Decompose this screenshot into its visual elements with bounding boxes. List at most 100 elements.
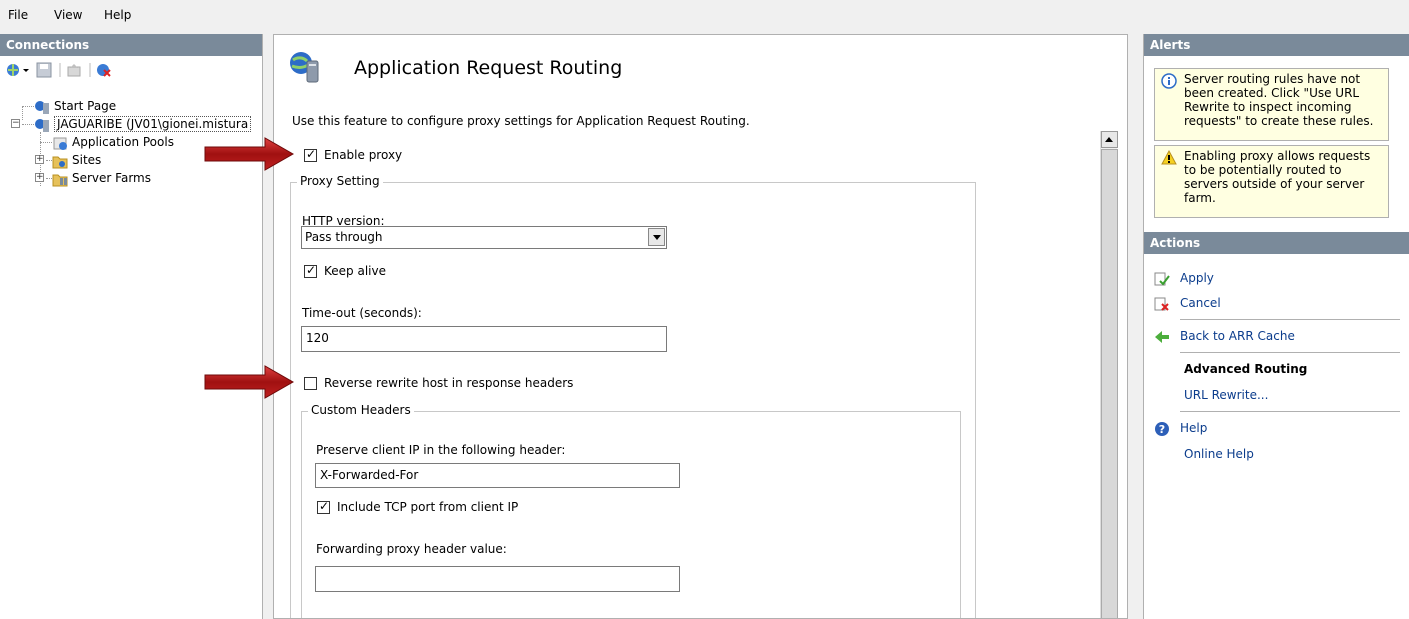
connections-toolbar bbox=[0, 56, 262, 84]
page-description: Use this feature to configure proxy sett… bbox=[292, 114, 750, 128]
keep-alive-label: Keep alive bbox=[324, 264, 386, 278]
actions-separator bbox=[1180, 411, 1400, 412]
http-version-select[interactable]: Pass through bbox=[301, 226, 667, 249]
back-arrow-icon bbox=[1155, 330, 1169, 343]
help-link[interactable]: Help bbox=[1180, 421, 1207, 435]
custom-headers-title: Custom Headers bbox=[308, 403, 414, 417]
preserve-ip-value: X-Forwarded-For bbox=[320, 468, 419, 482]
sites-folder-icon bbox=[52, 156, 68, 168]
enable-proxy-box[interactable] bbox=[304, 147, 317, 162]
enable-proxy-checkbox[interactable]: Enable proxy bbox=[304, 147, 403, 164]
custom-headers-group: Custom Headers Preserve client IP in the… bbox=[301, 403, 961, 618]
tree-label-start-page: Start Page bbox=[54, 99, 117, 113]
expander-server[interactable]: − bbox=[11, 119, 20, 128]
app-pools-icon bbox=[53, 137, 67, 150]
timeout-value: 120 bbox=[306, 331, 329, 345]
action-apply[interactable]: Apply bbox=[1154, 269, 1214, 287]
timeout-label: Time-out (seconds): bbox=[302, 306, 422, 320]
keep-alive-box[interactable] bbox=[304, 263, 317, 278]
scroll-up-button[interactable] bbox=[1101, 131, 1118, 148]
warning-icon bbox=[1161, 150, 1177, 165]
tree-item-start-page[interactable]: Start Page bbox=[34, 97, 116, 115]
alert-enabling-proxy: Enabling proxy allows requests to be pot… bbox=[1154, 145, 1389, 218]
splitter-left[interactable] bbox=[263, 34, 273, 619]
action-cancel[interactable]: Cancel bbox=[1154, 294, 1221, 312]
reverse-rewrite-label: Reverse rewrite host in response headers bbox=[324, 376, 574, 390]
tree-label-server-farms: Server Farms bbox=[72, 171, 151, 185]
server-icon bbox=[35, 118, 49, 132]
reverse-rewrite-checkbox[interactable]: Reverse rewrite host in response headers bbox=[304, 376, 573, 392]
advanced-routing-heading: Advanced Routing bbox=[1184, 362, 1308, 376]
connections-pane: Connections Start Page − JAGUARIBE (JV01… bbox=[0, 34, 263, 619]
tree-item-server[interactable]: JAGUARIBE (JV01\gionei.mistura bbox=[34, 115, 252, 133]
include-tcp-box[interactable] bbox=[317, 499, 330, 514]
tree-item-server-farms[interactable]: Server Farms bbox=[52, 169, 151, 187]
alert-text: Enabling proxy allows requests to be pot… bbox=[1184, 149, 1371, 205]
include-tcp-label: Include TCP port from client IP bbox=[337, 500, 519, 514]
keep-alive-checkbox[interactable]: Keep alive bbox=[304, 263, 386, 280]
menu-view[interactable]: View bbox=[54, 8, 82, 22]
server-farms-icon bbox=[52, 174, 68, 186]
tree-label-server: JAGUARIBE (JV01\gionei.mistura bbox=[54, 116, 252, 132]
expander-sites[interactable]: + bbox=[35, 155, 44, 164]
annotation-arrow-icon bbox=[204, 137, 294, 171]
up-level-icon[interactable] bbox=[66, 62, 82, 78]
reverse-rewrite-box[interactable] bbox=[304, 377, 317, 390]
disconnect-icon[interactable] bbox=[96, 62, 112, 78]
alert-text: Server routing rules have not been creat… bbox=[1184, 72, 1374, 128]
forwarding-input[interactable] bbox=[315, 566, 680, 592]
page-title: Application Request Routing bbox=[354, 57, 623, 79]
connect-globe-icon[interactable] bbox=[6, 62, 22, 78]
preserve-ip-label: Preserve client IP in the following head… bbox=[316, 443, 566, 457]
alerts-header: Alerts bbox=[1144, 34, 1409, 56]
scroll-thumb[interactable] bbox=[1101, 149, 1118, 618]
actions-header: Actions bbox=[1144, 232, 1409, 254]
apply-icon bbox=[1154, 272, 1170, 286]
enable-proxy-label: Enable proxy bbox=[324, 148, 403, 162]
action-url-rewrite[interactable]: URL Rewrite... bbox=[1184, 386, 1268, 404]
back-link[interactable]: Back to ARR Cache bbox=[1180, 329, 1295, 343]
arr-feature-icon bbox=[290, 52, 319, 83]
apply-link[interactable]: Apply bbox=[1180, 271, 1214, 285]
start-page-icon bbox=[35, 100, 49, 114]
actions-separator bbox=[1180, 319, 1400, 320]
tree-item-app-pools[interactable]: Application Pools bbox=[52, 133, 174, 151]
tree-label-app-pools: Application Pools bbox=[72, 135, 174, 149]
action-help[interactable]: ? Help bbox=[1154, 419, 1207, 437]
alert-routing-rules: Server routing rules have not been creat… bbox=[1154, 68, 1389, 141]
chevron-down-icon[interactable] bbox=[648, 228, 665, 246]
action-online-help[interactable]: Online Help bbox=[1184, 445, 1254, 463]
annotation-arrow-icon bbox=[204, 365, 294, 399]
connections-header: Connections bbox=[0, 34, 262, 56]
menu-file[interactable]: File bbox=[8, 8, 28, 22]
online-help-link[interactable]: Online Help bbox=[1184, 447, 1254, 461]
toolbar-separator-icon bbox=[89, 63, 91, 77]
include-tcp-checkbox[interactable]: Include TCP port from client IP bbox=[317, 499, 519, 516]
info-icon bbox=[1161, 73, 1177, 89]
svg-text:?: ? bbox=[1159, 423, 1165, 436]
cancel-icon bbox=[1154, 297, 1169, 311]
tree-item-sites[interactable]: Sites bbox=[52, 151, 101, 169]
toolbar-separator-icon bbox=[59, 63, 61, 77]
action-back-to-arr-cache[interactable]: Back to ARR Cache bbox=[1154, 327, 1295, 345]
splitter-right[interactable] bbox=[1128, 34, 1143, 619]
menu-help[interactable]: Help bbox=[104, 8, 131, 22]
timeout-input[interactable]: 120 bbox=[301, 326, 667, 352]
cancel-link[interactable]: Cancel bbox=[1180, 296, 1221, 310]
help-icon: ? bbox=[1155, 421, 1169, 436]
right-pane: Alerts Server routing rules have not bee… bbox=[1143, 34, 1409, 619]
actions-separator bbox=[1180, 352, 1400, 353]
tree-label-sites: Sites bbox=[72, 153, 102, 167]
dropdown-arrow-icon[interactable] bbox=[22, 62, 30, 78]
main-pane: Application Request Routing Use this fea… bbox=[273, 34, 1128, 619]
http-version-value: Pass through bbox=[305, 230, 383, 244]
menu-bar: File View Help bbox=[0, 0, 1409, 34]
vertical-scrollbar[interactable] bbox=[1100, 131, 1118, 618]
url-rewrite-link[interactable]: URL Rewrite... bbox=[1184, 388, 1268, 402]
proxy-setting-group: Proxy Setting HTTP version: Pass through… bbox=[290, 174, 976, 618]
expander-server-farms[interactable]: + bbox=[35, 173, 44, 182]
preserve-ip-input[interactable]: X-Forwarded-For bbox=[315, 463, 680, 488]
save-icon[interactable] bbox=[36, 62, 52, 78]
proxy-setting-title: Proxy Setting bbox=[297, 174, 383, 188]
forwarding-label: Forwarding proxy header value: bbox=[316, 542, 507, 556]
